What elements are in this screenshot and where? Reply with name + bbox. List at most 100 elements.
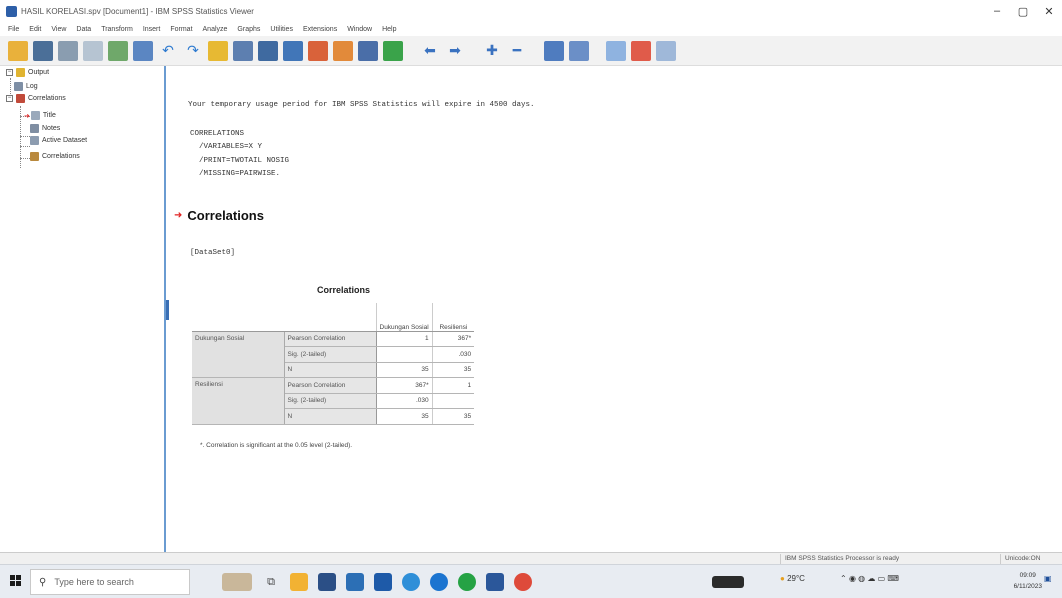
file-explorer-icon[interactable] bbox=[290, 573, 308, 591]
procedure-book-icon bbox=[16, 94, 25, 103]
menu-graphs[interactable]: Graphs bbox=[237, 26, 260, 33]
cloud-icon[interactable]: ☁ bbox=[867, 574, 875, 583]
battery-icon[interactable]: ▭ bbox=[878, 574, 886, 583]
menu-edit[interactable]: Edit bbox=[29, 26, 41, 33]
tree-node-correlations-table[interactable]: Correlations bbox=[30, 152, 80, 161]
syntax-line-4: /MISSING=PAIRWISE. bbox=[190, 170, 281, 178]
dataset-icon bbox=[30, 136, 39, 145]
menu-transform[interactable]: Transform bbox=[101, 26, 133, 33]
designate-window-icon[interactable] bbox=[383, 40, 403, 61]
syntax-line-2: /VARIABLES=X Y bbox=[190, 143, 263, 151]
outline-pane[interactable]: − Output Log − Correlations ➜ Title Note… bbox=[0, 66, 166, 552]
chrome-icon[interactable] bbox=[514, 573, 532, 591]
output-heading[interactable]: ➜ Correlations bbox=[174, 208, 264, 223]
tree-node-title[interactable]: ➜ Title bbox=[24, 111, 56, 120]
unicode-status: Unicode:ON bbox=[1000, 554, 1062, 564]
menu-bar: File Edit View Data Transform Insert For… bbox=[0, 22, 1062, 36]
keyboard-icon[interactable]: ⌨ bbox=[887, 574, 899, 583]
minimize-button[interactable]: – bbox=[984, 0, 1010, 22]
go-forward-icon[interactable]: ➡ bbox=[445, 41, 465, 61]
save-icon[interactable] bbox=[33, 40, 53, 61]
edge-icon[interactable] bbox=[402, 573, 420, 591]
task-view-icon[interactable]: ⧉ bbox=[262, 573, 280, 591]
widgets-icon[interactable] bbox=[222, 573, 252, 591]
maximize-button[interactable]: ▢ bbox=[1010, 0, 1036, 22]
network-icon[interactable]: ◉ bbox=[849, 574, 856, 583]
table-cell: 1 bbox=[375, 331, 433, 347]
title-icon bbox=[30, 111, 40, 120]
menu-utilities[interactable]: Utilities bbox=[270, 26, 293, 33]
system-tray[interactable]: ⌃ ◉ ◍ ☁ ▭ ⌨ bbox=[840, 574, 899, 583]
windows-start-icon[interactable] bbox=[10, 575, 22, 587]
value-labels-icon[interactable] bbox=[358, 40, 378, 61]
goto-case-icon[interactable] bbox=[208, 40, 228, 61]
menu-analyze[interactable]: Analyze bbox=[203, 26, 228, 33]
collapse-toggle[interactable]: − bbox=[6, 69, 13, 76]
tree-node-log[interactable]: Log bbox=[14, 82, 38, 91]
store-icon[interactable] bbox=[318, 573, 336, 591]
collapse-toggle[interactable]: − bbox=[6, 95, 13, 102]
heading-title: Correlations bbox=[187, 208, 264, 223]
weight-cases-icon[interactable] bbox=[308, 40, 328, 61]
taskbar-search-input[interactable]: ⚲ Type here to search bbox=[30, 569, 190, 595]
whatsapp-icon[interactable] bbox=[458, 573, 476, 591]
tree-node-notes[interactable]: Notes bbox=[30, 124, 60, 133]
windows-taskbar: ⚲ Type here to search ⧉ ● 29°C ⌃ ◉ ◍ ☁ ▭… bbox=[0, 564, 1062, 598]
menu-data[interactable]: Data bbox=[76, 26, 91, 33]
redo-icon[interactable]: ↷ bbox=[183, 41, 203, 61]
taskbar-thumbnail[interactable] bbox=[712, 576, 744, 588]
menu-window[interactable]: Window bbox=[347, 26, 372, 33]
go-back-icon[interactable]: ⬅ bbox=[420, 41, 440, 61]
goto-variable-icon[interactable] bbox=[233, 40, 253, 61]
insert-text-icon[interactable] bbox=[656, 40, 676, 61]
weather-widget[interactable]: ● 29°C bbox=[780, 574, 805, 583]
menu-help[interactable]: Help bbox=[382, 26, 396, 33]
tree-node-output[interactable]: − Output bbox=[6, 68, 49, 77]
tree-node-active-dataset[interactable]: Active Dataset bbox=[30, 136, 87, 145]
collapse-icon[interactable]: ━ bbox=[507, 41, 527, 61]
show-icon[interactable] bbox=[544, 40, 564, 61]
notification-icon[interactable]: ▣ bbox=[1044, 574, 1052, 583]
taskbar-clock[interactable]: 09:09 6/11/2023 bbox=[1014, 570, 1042, 592]
undo-icon[interactable]: ↶ bbox=[158, 41, 178, 61]
title-bar: HASIL KORELASI.spv [Document1] - IBM SPS… bbox=[0, 0, 1062, 22]
tree-node-correlations[interactable]: − Correlations bbox=[6, 94, 66, 103]
print-preview-icon[interactable] bbox=[83, 40, 103, 61]
select-cases-icon[interactable] bbox=[333, 40, 353, 61]
sun-icon: ● bbox=[780, 574, 785, 583]
pane-splitter[interactable] bbox=[166, 300, 169, 320]
insert-heading-icon[interactable] bbox=[606, 40, 626, 61]
chrome-blue-icon[interactable] bbox=[430, 573, 448, 591]
processor-status: IBM SPSS Statistics Processor is ready bbox=[780, 554, 970, 564]
window-title: HASIL KORELASI.spv [Document1] - IBM SPS… bbox=[21, 6, 254, 16]
menu-format[interactable]: Format bbox=[170, 26, 192, 33]
menu-file[interactable]: File bbox=[8, 26, 19, 33]
table-title: Correlations bbox=[317, 285, 371, 295]
word-icon[interactable] bbox=[486, 573, 504, 591]
correlations-table[interactable]: Dukungan Sosial Resiliensi Dukungan Sosi… bbox=[192, 303, 475, 425]
table-cell bbox=[375, 346, 433, 363]
chevron-up-icon[interactable]: ⌃ bbox=[840, 574, 847, 583]
table-cell: 35 bbox=[375, 362, 433, 378]
print-icon[interactable] bbox=[58, 40, 78, 61]
table-row: Resiliensi Pearson Correlation 367* 1 bbox=[192, 377, 475, 425]
stat-label: N bbox=[284, 408, 377, 425]
insert-title-icon[interactable] bbox=[631, 40, 651, 61]
open-folder-icon[interactable] bbox=[8, 40, 28, 61]
output-content-pane[interactable]: Your temporary usage period for IBM SPSS… bbox=[172, 66, 1062, 552]
hide-icon[interactable] bbox=[569, 40, 589, 61]
expand-icon[interactable]: ✚ bbox=[482, 41, 502, 61]
close-button[interactable]: ✕ bbox=[1036, 0, 1062, 22]
mail-icon[interactable] bbox=[346, 573, 364, 591]
split-file-icon[interactable] bbox=[283, 40, 303, 61]
spss-taskbar-icon[interactable] bbox=[374, 573, 392, 591]
export-icon[interactable] bbox=[108, 40, 128, 61]
table-cell: 35 bbox=[431, 362, 475, 378]
volume-icon[interactable]: ◍ bbox=[858, 574, 865, 583]
recall-dialog-icon[interactable] bbox=[133, 40, 153, 61]
menu-extensions[interactable]: Extensions bbox=[303, 26, 337, 33]
menu-insert[interactable]: Insert bbox=[143, 26, 161, 33]
table-cell: 35 bbox=[431, 408, 475, 425]
menu-view[interactable]: View bbox=[51, 26, 66, 33]
variables-icon[interactable] bbox=[258, 40, 278, 61]
